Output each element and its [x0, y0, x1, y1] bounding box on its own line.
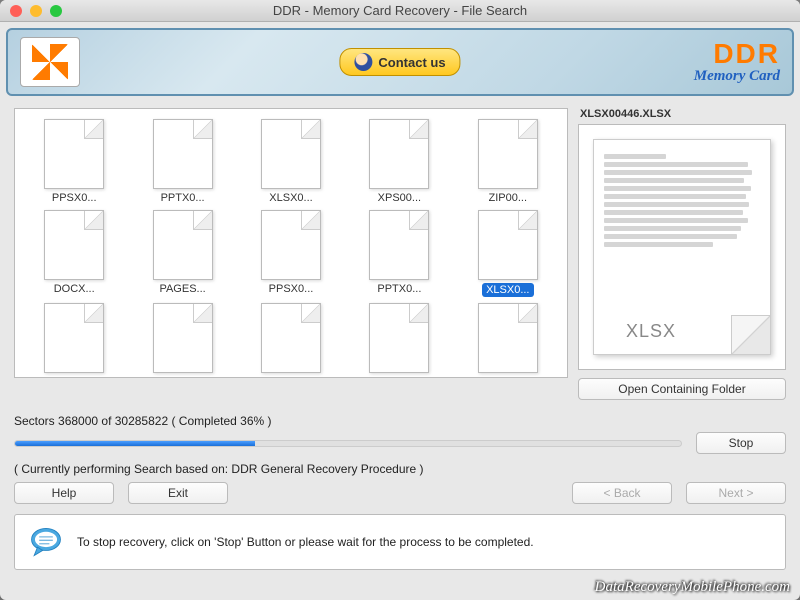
speech-bubble-icon: [29, 525, 63, 559]
file-item[interactable]: ZIP00...: [459, 119, 557, 204]
person-icon: [354, 53, 372, 71]
file-item[interactable]: XPS00...: [25, 303, 123, 378]
file-icon: [478, 210, 538, 280]
bottom-buttons: Help Exit < Back Next >: [14, 482, 786, 504]
file-icon: [153, 210, 213, 280]
file-item[interactable]: PAGES...: [133, 210, 231, 297]
file-label: PPSX0...: [52, 192, 97, 204]
open-containing-folder-button[interactable]: Open Containing Folder: [578, 378, 786, 400]
maximize-window-icon[interactable]: [50, 5, 62, 17]
file-item[interactable]: PPSX0...: [242, 210, 340, 297]
main-row: PPSX0... PPTX0... XLSX0... XPS00... ZIP00...…: [14, 108, 786, 400]
preview-box: XLSX: [578, 124, 786, 370]
file-label: XPS00...: [52, 376, 95, 378]
next-button[interactable]: Next >: [686, 482, 786, 504]
help-button[interactable]: Help: [14, 482, 114, 504]
file-label: PPTX0...: [161, 192, 205, 204]
file-icon: [369, 210, 429, 280]
info-box: To stop recovery, click on 'Stop' Button…: [14, 514, 786, 570]
file-item[interactable]: PPTX0...: [350, 210, 448, 297]
file-label: ZIP00...: [489, 192, 528, 204]
progress-fill: [15, 441, 255, 446]
file-item[interactable]: XPS00...: [350, 119, 448, 204]
exit-button[interactable]: Exit: [128, 482, 228, 504]
progress-row: Stop: [14, 432, 786, 454]
file-label: PPTX0...: [377, 283, 421, 295]
traffic-lights: [0, 5, 62, 17]
progress-bar: [14, 440, 682, 447]
logo-pattern-icon: [32, 44, 68, 80]
file-label: XPS00...: [378, 192, 421, 204]
file-label: PAGES...: [159, 283, 205, 295]
file-icon: [478, 119, 538, 189]
file-label: ZIP00...: [163, 376, 202, 378]
file-label: XLSX0...: [482, 283, 533, 297]
window-title: DDR - Memory Card Recovery - File Search: [0, 3, 800, 18]
file-icon: [478, 303, 538, 373]
watermark: DataRecoveryMobilePhone.com: [595, 579, 790, 596]
file-icon: [261, 303, 321, 373]
app-window: DDR - Memory Card Recovery - File Search…: [0, 0, 800, 600]
titlebar: DDR - Memory Card Recovery - File Search: [0, 0, 800, 22]
content-area: PPSX0... PPTX0... XLSX0... XPS00... ZIP00...…: [0, 102, 800, 600]
file-item[interactable]: XLSX0...: [242, 119, 340, 204]
file-label: PPSX0...: [485, 376, 530, 378]
preview-column: XLSX00446.XLSX: [578, 108, 786, 400]
file-item[interactable]: PPSX0...: [459, 303, 557, 378]
progress-label: Sectors 368000 of 30285822 ( Completed 3…: [14, 414, 786, 428]
file-item[interactable]: ZIP00...: [133, 303, 231, 378]
file-icon: [44, 303, 104, 373]
file-label: DOCX...: [271, 376, 312, 378]
stop-button[interactable]: Stop: [696, 432, 786, 454]
file-label: PAGES...: [376, 376, 422, 378]
file-icon: [153, 119, 213, 189]
file-label: PPSX0...: [269, 283, 314, 295]
file-item[interactable]: DOCX...: [25, 210, 123, 297]
file-icon: [261, 210, 321, 280]
procedure-label: ( Currently performing Search based on: …: [14, 462, 786, 476]
file-icon: [44, 210, 104, 280]
file-item[interactable]: XLSX0...: [459, 210, 557, 297]
file-icon: [44, 119, 104, 189]
header-banner: Contact us DDR Memory Card: [6, 28, 794, 96]
file-icon: [153, 303, 213, 373]
file-grid: PPSX0... PPTX0... XLSX0... XPS00... ZIP00...…: [25, 119, 557, 378]
progress-section: Sectors 368000 of 30285822 ( Completed 3…: [14, 414, 786, 504]
brand-sub: Memory Card: [694, 68, 780, 85]
file-label: DOCX...: [54, 283, 95, 295]
contact-label: Contact us: [378, 55, 445, 70]
file-icon: [369, 303, 429, 373]
minimize-window-icon[interactable]: [30, 5, 42, 17]
preview-doc-type: XLSX: [626, 321, 676, 342]
preview-filename: XLSX00446.XLSX: [578, 108, 786, 120]
file-list-area[interactable]: PPSX0... PPTX0... XLSX0... XPS00... ZIP00...…: [14, 108, 568, 378]
file-icon: [261, 119, 321, 189]
close-window-icon[interactable]: [10, 5, 22, 17]
info-text: To stop recovery, click on 'Stop' Button…: [77, 535, 534, 549]
contact-us-button[interactable]: Contact us: [339, 48, 460, 76]
file-icon: [369, 119, 429, 189]
brand-main: DDR: [694, 40, 780, 68]
brand-block: DDR Memory Card: [694, 40, 780, 85]
document-preview-icon: XLSX: [593, 139, 771, 355]
file-item[interactable]: DOCX...: [242, 303, 340, 378]
file-item[interactable]: PPSX0...: [25, 119, 123, 204]
file-item[interactable]: PPTX0...: [133, 119, 231, 204]
file-label: XLSX0...: [269, 192, 312, 204]
file-item[interactable]: PAGES...: [350, 303, 448, 378]
app-logo: [20, 37, 80, 87]
back-button[interactable]: < Back: [572, 482, 672, 504]
